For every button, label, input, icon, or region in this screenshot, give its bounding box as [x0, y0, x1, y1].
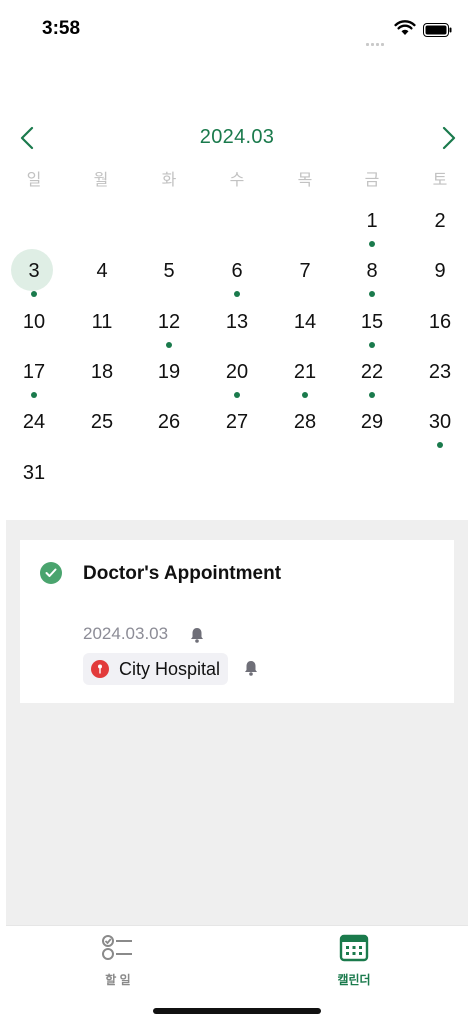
calendar-day-number: 18 [90, 361, 114, 383]
calendar-day-cell[interactable]: 9 [410, 246, 470, 296]
calendar-day-cell[interactable]: 20 [207, 347, 267, 398]
calendar-day-number: 23 [428, 361, 452, 383]
calendar-day-cell[interactable]: 5 [139, 246, 199, 296]
weekday-label: 목 [297, 172, 313, 189]
status-time: 3:58 [42, 18, 81, 39]
event-indicator-dot [437, 442, 443, 448]
calendar-day-number: 27 [225, 411, 249, 433]
tab-calendar[interactable]: 캘린더 [314, 934, 394, 988]
tab-todo[interactable]: 할 일 [78, 934, 158, 988]
calendar-day-number: 3 [28, 260, 40, 282]
calendar-day-number: 24 [22, 411, 46, 433]
calendar-day-cell[interactable]: 26 [139, 397, 199, 447]
next-month-button[interactable] [434, 120, 464, 156]
calendar-day-cell[interactable]: 23 [410, 347, 470, 397]
tab-todo-label: 할 일 [105, 973, 131, 987]
completed-check-icon[interactable] [40, 562, 62, 584]
calendar-day-cell[interactable]: 4 [72, 246, 132, 296]
calendar-day-number: 21 [293, 361, 317, 383]
calendar-day-cell[interactable]: 28 [275, 397, 335, 447]
calendar-day-number: 5 [163, 260, 175, 282]
calendar-day-number: 17 [22, 361, 46, 383]
calendar-day-number: 8 [366, 260, 378, 282]
calendar-day-number: 29 [360, 411, 384, 433]
calendar-day-cell[interactable]: 16 [410, 297, 470, 347]
weekday-label: 화 [161, 172, 177, 189]
calendar-day-cell[interactable]: 7 [275, 246, 335, 296]
weekday-row: 일 월 화 수 목 금 토 [6, 166, 468, 190]
calendar-day-number: 6 [231, 260, 243, 282]
calendar-day-cell[interactable]: 6 [207, 246, 267, 297]
status-bar: 3:58 [6, 0, 468, 60]
weekday-label: 월 [93, 172, 109, 189]
calendar-day-number: 10 [22, 311, 46, 333]
calendar-day-cell[interactable]: 15 [342, 297, 402, 348]
calendar-day-number: 25 [90, 411, 114, 433]
bell-icon [191, 628, 203, 643]
calendar-day-number: 26 [157, 411, 181, 433]
calendar-day-number: 12 [157, 311, 181, 333]
calendar-day-number: 11 [91, 311, 113, 333]
app-screen: 3:58 2024.03 일 월 화 수 목 금 토 1 2 3 4 5 6 7 8 9 10 11… [6, 0, 468, 1026]
calendar-day-number: 15 [360, 311, 384, 333]
calendar-day-cell[interactable]: 2 [410, 196, 470, 246]
calendar-day-cell[interactable]: 12 [139, 297, 199, 348]
calendar-day-cell[interactable]: 11 [72, 297, 132, 347]
calendar-day-cell[interactable]: 30 [410, 397, 470, 448]
calendar-day-number: 13 [225, 311, 249, 333]
battery-icon [423, 23, 452, 37]
calendar-day-number: 30 [428, 411, 452, 433]
calendar-day-cell[interactable]: 31 [4, 448, 64, 498]
calendar-day-number: 31 [22, 462, 46, 484]
calendar-day-number: 20 [225, 361, 249, 383]
weekday-label: 수 [229, 172, 245, 189]
calendar-day-number: 19 [157, 361, 181, 383]
calendar-day-number: 1 [366, 210, 378, 232]
month-title: 2024.03 [199, 126, 275, 148]
calendar-day-number: 9 [434, 260, 446, 282]
calendar-day-cell[interactable]: 19 [139, 347, 199, 397]
location-chip[interactable]: City Hospital [83, 653, 229, 685]
calendar-day-cell[interactable]: 17 [4, 347, 64, 398]
calendar-icon [339, 934, 369, 962]
calendar-day-cell[interactable]: 27 [207, 397, 267, 447]
event-date: 2024.03.03 [83, 624, 169, 643]
location-label: City Hospital [119, 658, 221, 679]
calendar-day-number: 2 [434, 210, 446, 232]
calendar-day-cell[interactable]: 24 [4, 397, 64, 447]
event-card[interactable]: Doctor's Appointment 2024.03.03 City Hos… [20, 540, 454, 703]
weekday-label: 토 [432, 172, 448, 189]
calendar-day-cell[interactable]: 13 [207, 297, 267, 347]
todo-list-icon [102, 935, 132, 960]
calendar-day-cell[interactable]: 25 [72, 397, 132, 447]
calendar-day-cell[interactable]: 21 [275, 347, 335, 398]
calendar-day-number: 7 [299, 260, 311, 282]
event-list-panel: Doctor's Appointment 2024.03.03 City Hos… [6, 520, 468, 925]
calendar-day-number: 22 [360, 361, 384, 383]
calendar-day-number: 4 [96, 260, 108, 282]
chevron-right-icon [442, 126, 456, 150]
calendar-day-cell[interactable]: 18 [72, 347, 132, 397]
calendar-day-cell[interactable]: 14 [275, 297, 335, 347]
calendar-day-cell[interactable]: 10 [4, 297, 64, 347]
calendar-day-cell[interactable]: 29 [342, 397, 402, 447]
wifi-icon [394, 20, 416, 35]
calendar-header: 2024.03 [6, 120, 468, 156]
calendar-day-cell[interactable]: 8 [342, 246, 402, 297]
location-pin-icon [91, 660, 109, 678]
calendar-grid: 1 2 3 4 5 6 7 8 9 10 11 12 13 14 15 16 17 18 19 20 21 22 23 24 2… [6, 196, 468, 500]
bell-icon [245, 661, 257, 676]
calendar-day-number: 16 [428, 311, 452, 333]
home-indicator [153, 1008, 321, 1014]
calendar-day-cell[interactable]: 1 [342, 196, 402, 247]
cellular-signal-icon [366, 33, 388, 46]
event-title: Doctor's Appointment [83, 563, 282, 584]
calendar-day-cell[interactable]: 3 [4, 246, 64, 297]
weekday-label: 금 [364, 172, 380, 189]
weekday-label: 일 [26, 172, 42, 189]
tab-calendar-label: 캘린더 [337, 973, 371, 987]
calendar-day-number: 28 [293, 411, 317, 433]
calendar-day-number: 14 [293, 311, 317, 333]
calendar-day-cell[interactable]: 22 [342, 347, 402, 398]
